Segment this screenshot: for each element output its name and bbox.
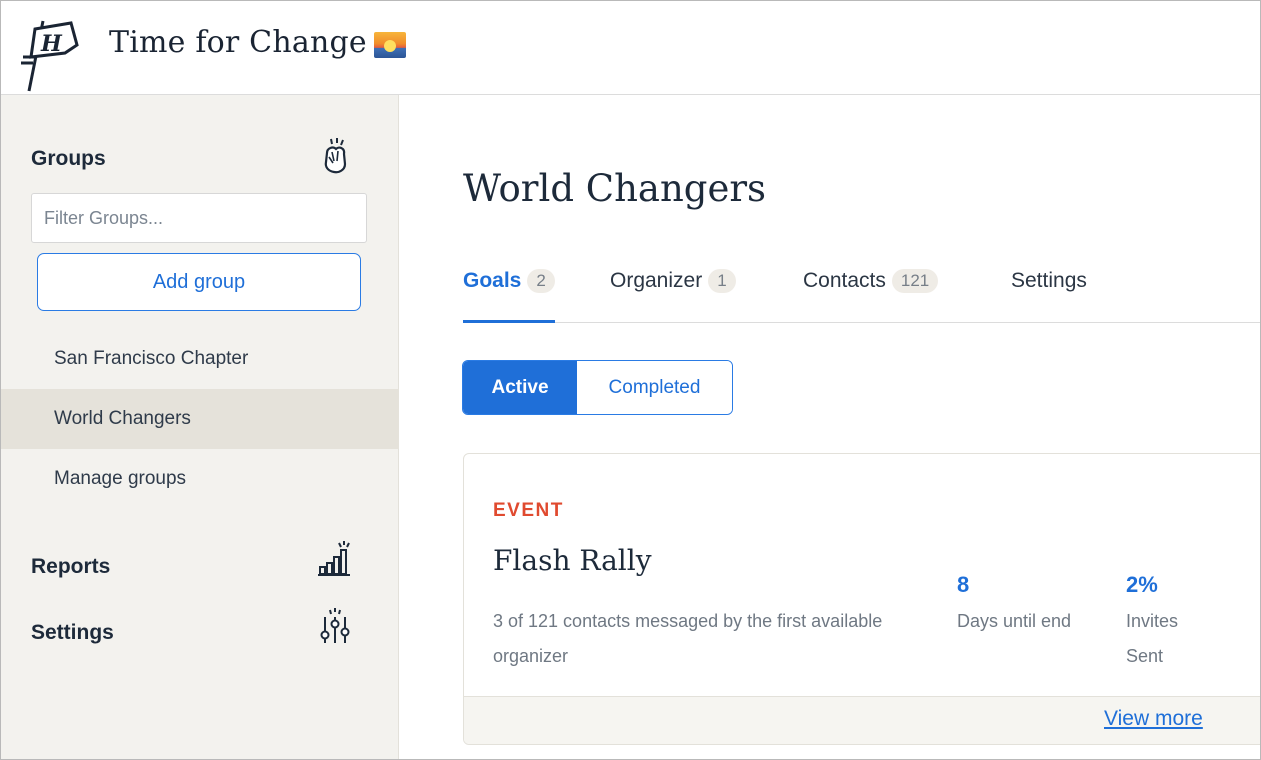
tab-contacts-count: 121 <box>891 269 939 293</box>
goal-title: Flash Rally <box>493 544 652 577</box>
tab-contacts[interactable]: Contacts 121 <box>803 269 939 323</box>
tab-settings[interactable]: Settings <box>1011 269 1087 323</box>
sidebar-item-san-francisco-chapter[interactable]: San Francisco Chapter <box>1 329 399 389</box>
sidebar-item-world-changers[interactable]: World Changers <box>1 389 399 449</box>
tab-organizer-count: 1 <box>708 269 736 293</box>
tab-organizer[interactable]: Organizer 1 <box>610 269 736 323</box>
goal-card-footer: View more <box>464 696 1260 744</box>
add-group-button[interactable]: Add group <box>37 253 361 311</box>
tab-goals-count: 2 <box>527 269 555 293</box>
goal-type-label: EVENT <box>493 500 564 521</box>
tab-goals[interactable]: Goals 2 <box>463 269 555 323</box>
active-filter-button[interactable]: Active <box>463 361 577 414</box>
days-until-end-value: 8 <box>957 572 970 597</box>
tab-bar: Goals 2 Organizer 1 Contacts 121 Settings <box>463 263 1260 323</box>
sunset-icon <box>374 32 406 58</box>
sidebar-item-manage-groups[interactable]: Manage groups <box>1 449 399 509</box>
tab-contacts-label: Contacts <box>803 269 886 292</box>
tab-settings-label: Settings <box>1011 269 1087 292</box>
app-title: Time for Change <box>109 25 367 60</box>
status-toggle: Active Completed <box>462 360 733 415</box>
invites-sent-label: Invites Sent <box>1126 611 1179 666</box>
sidebar: Groups Add group San Francisco Chapter W… <box>1 95 399 759</box>
high-five-icon <box>324 138 347 174</box>
sliders-icon[interactable] <box>317 607 353 645</box>
tab-organizer-label: Organizer <box>610 269 703 292</box>
goal-card: EVENT Flash Rally 3 of 121 contacts mess… <box>463 453 1260 745</box>
app-window: H Time for Change Groups Add group San F… <box>0 0 1261 760</box>
view-more-link[interactable]: View more <box>1104 707 1203 731</box>
bar-chart-icon[interactable] <box>317 539 353 577</box>
days-until-end-label: Days until end <box>957 611 1072 631</box>
tab-goals-label: Goals <box>463 269 522 292</box>
completed-filter-button[interactable]: Completed <box>577 361 732 414</box>
page-title: World Changers <box>463 167 767 210</box>
top-bar: H Time for Change <box>1 1 1260 95</box>
filter-groups-input[interactable] <box>31 193 367 243</box>
groups-heading: Groups <box>31 147 106 170</box>
reports-heading[interactable]: Reports <box>31 555 110 579</box>
goal-description: 3 of 121 contacts messaged by the first … <box>493 611 883 666</box>
flag-h-logo-icon[interactable]: H <box>21 17 83 93</box>
settings-heading[interactable]: Settings <box>31 621 114 645</box>
invites-sent-value: 2% <box>1126 572 1158 597</box>
svg-text:H: H <box>40 31 63 57</box>
